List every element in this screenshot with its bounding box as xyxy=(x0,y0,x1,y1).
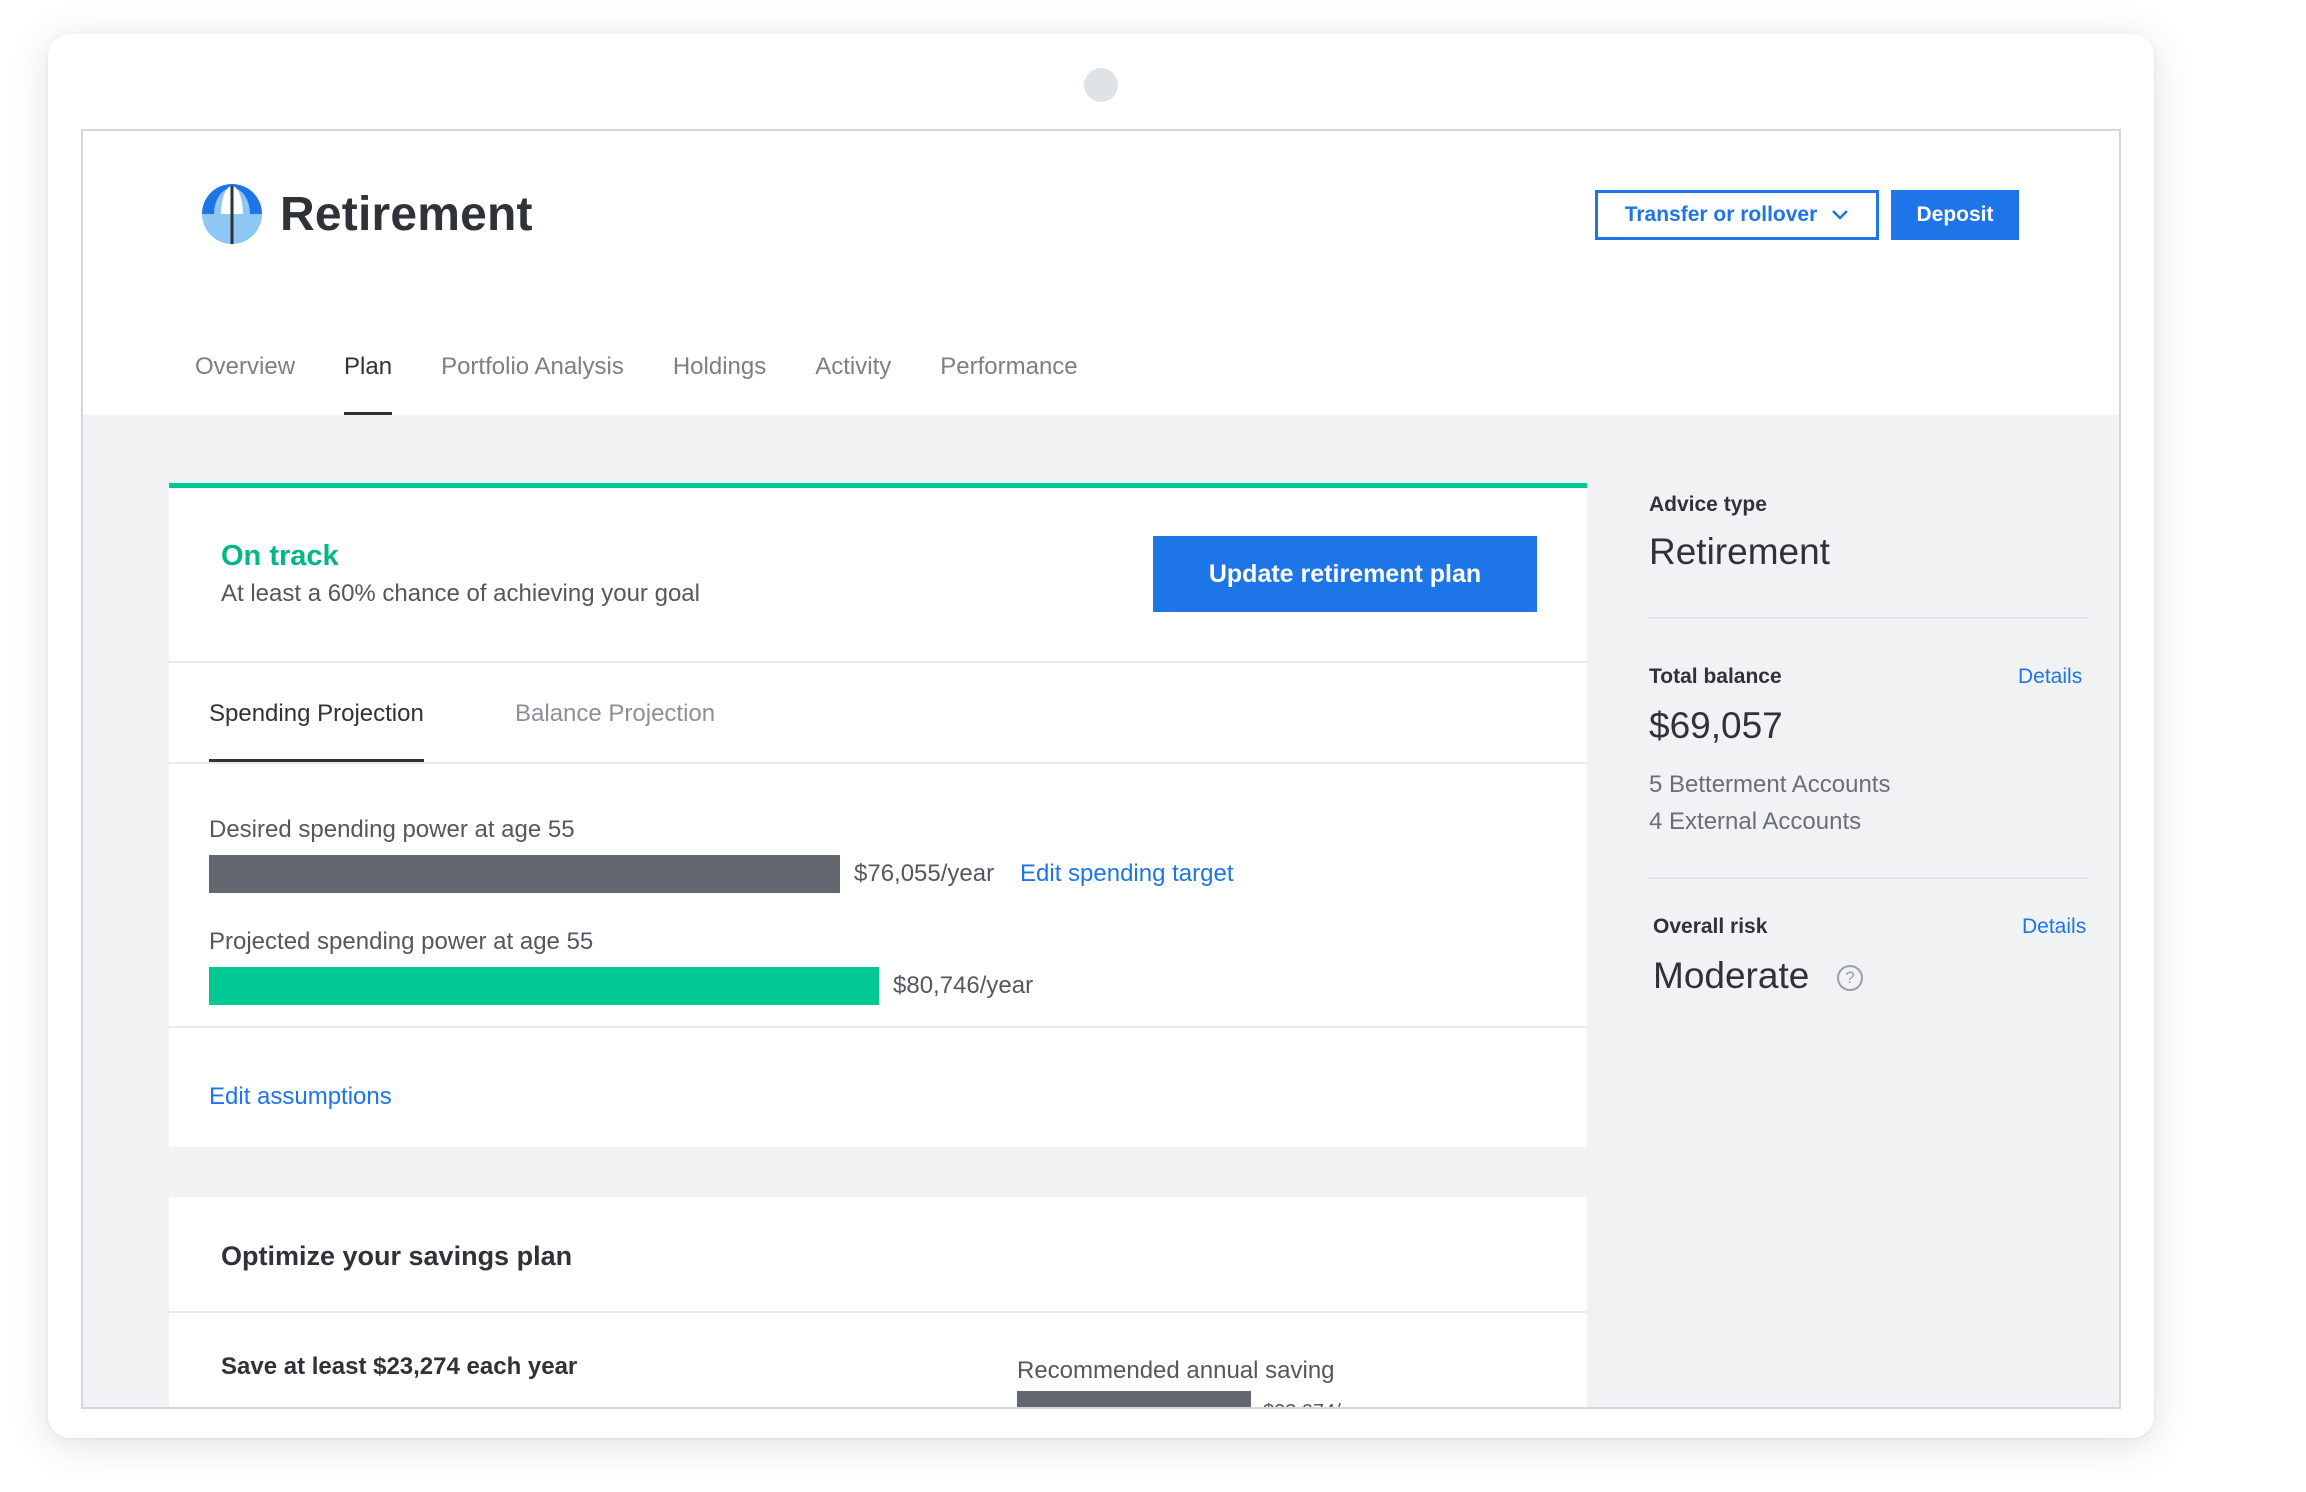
projected-spending-value: $80,746/year xyxy=(893,972,1034,999)
advice-type-label: Advice type xyxy=(1649,493,1767,516)
edit-spending-target-link[interactable]: Edit spending target xyxy=(1020,860,1233,888)
device-frame: Retirement Transfer or rollover Deposit … xyxy=(48,34,2154,1438)
status-subtitle: At least a 60% chance of achieving your … xyxy=(221,580,700,607)
divider xyxy=(1649,617,2089,619)
overall-risk-value: Moderate xyxy=(1653,955,1810,996)
optimize-title: Optimize your savings plan xyxy=(221,1241,573,1271)
desired-spending-label: Desired spending power at age 55 xyxy=(209,816,575,843)
divider xyxy=(169,1311,1587,1313)
tab-spending-projection[interactable]: Spending Projection xyxy=(209,700,424,762)
divider xyxy=(169,661,1587,663)
optimize-savings-card: Optimize your savings plan Save at least… xyxy=(169,1197,1587,1407)
tab-activity[interactable]: Activity xyxy=(815,353,891,415)
chevron-down-icon xyxy=(1832,210,1849,220)
deposit-button[interactable]: Deposit xyxy=(1891,190,2019,240)
tab-performance[interactable]: Performance xyxy=(940,353,1077,415)
nav-tabs: Overview Plan Portfolio Analysis Holding… xyxy=(195,353,1127,415)
divider xyxy=(169,1026,1587,1028)
update-retirement-plan-button[interactable]: Update retirement plan xyxy=(1153,536,1537,612)
transfer-rollover-label: Transfer or rollover xyxy=(1624,203,1818,226)
tab-overview[interactable]: Overview xyxy=(195,353,295,415)
overall-risk-details-link[interactable]: Details xyxy=(2022,915,2086,939)
plan-status-card: On track At least a 60% chance of achiev… xyxy=(169,483,1587,1147)
recommended-saving-bar xyxy=(1017,1391,1251,1407)
total-balance-value: $69,057 xyxy=(1649,705,1783,746)
divider xyxy=(1649,877,2089,879)
recommended-saving-label: Recommended annual saving xyxy=(1017,1357,1335,1384)
umbrella-icon xyxy=(202,184,262,244)
app-screen: Retirement Transfer or rollover Deposit … xyxy=(81,129,2121,1409)
total-balance-details-link[interactable]: Details xyxy=(2018,665,2082,689)
status-title: On track xyxy=(221,540,339,572)
recommended-saving-value: $23,274/year xyxy=(1263,1401,1380,1407)
projected-spending-bar xyxy=(209,967,879,1005)
camera-dot xyxy=(1084,68,1118,102)
external-accounts-count: 4 External Accounts xyxy=(1649,808,1862,835)
tab-portfolio-analysis[interactable]: Portfolio Analysis xyxy=(441,353,624,415)
total-balance-label: Total balance xyxy=(1649,665,1782,688)
save-target-title: Save at least $23,274 each year xyxy=(221,1353,578,1380)
desired-spending-bar xyxy=(209,855,840,893)
edit-assumptions-link[interactable]: Edit assumptions xyxy=(209,1083,392,1111)
tab-balance-projection[interactable]: Balance Projection xyxy=(515,700,715,762)
page-header: Retirement Transfer or rollover Deposit … xyxy=(83,131,2119,415)
advice-type-value: Retirement xyxy=(1649,531,1830,572)
projected-spending-label: Projected spending power at age 55 xyxy=(209,928,594,955)
help-icon[interactable]: ? xyxy=(1837,965,1863,991)
transfer-rollover-button[interactable]: Transfer or rollover xyxy=(1595,190,1879,240)
overall-risk-label: Overall risk xyxy=(1653,915,1768,938)
divider xyxy=(169,762,1587,764)
tab-holdings[interactable]: Holdings xyxy=(673,353,766,415)
desired-spending-value: $76,055/year xyxy=(854,860,995,887)
betterment-accounts-count: 5 Betterment Accounts xyxy=(1649,771,1891,798)
tab-plan[interactable]: Plan xyxy=(344,353,393,415)
page-title: Retirement xyxy=(280,188,533,241)
